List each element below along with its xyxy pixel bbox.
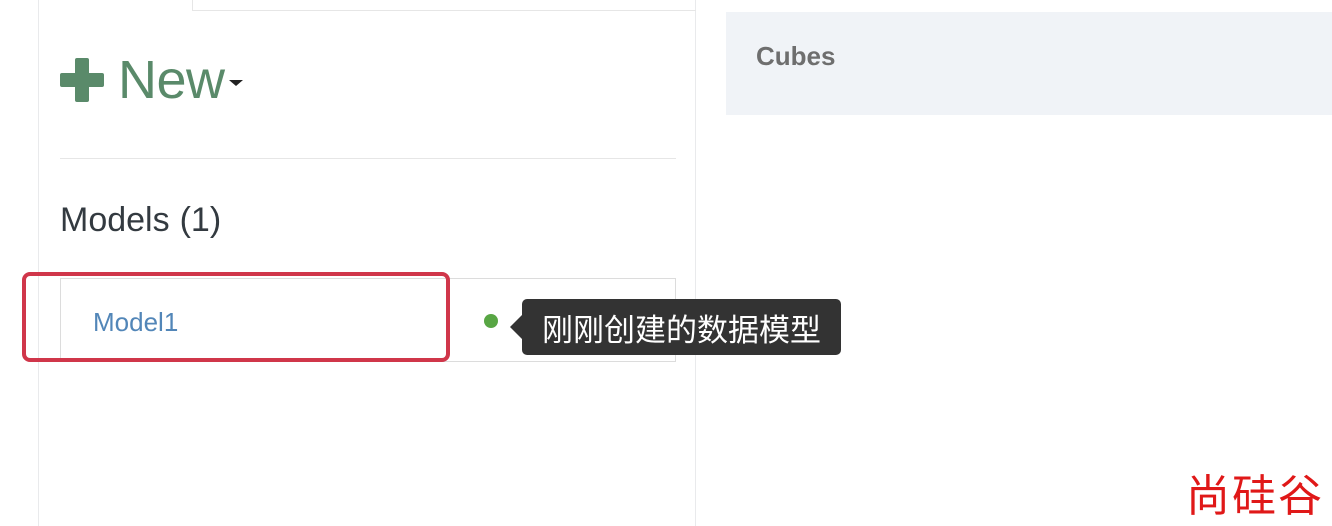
cubes-panel: Cubes — [726, 12, 1332, 115]
tooltip: 刚刚创建的数据模型 — [510, 299, 841, 355]
models-count: (1) — [179, 201, 222, 239]
divider — [60, 158, 676, 159]
models-heading-label: Models — [60, 201, 170, 239]
models-heading: Models (1) — [60, 200, 221, 240]
status-dot-icon — [484, 314, 498, 328]
annotation-highlight-box — [22, 272, 450, 362]
new-button-label: New — [118, 50, 225, 110]
new-button[interactable]: New — [60, 52, 243, 108]
caret-down-icon[interactable] — [228, 80, 243, 86]
tab-strip — [192, 0, 696, 11]
plus-icon — [60, 58, 104, 102]
cubes-title: Cubes — [756, 41, 836, 71]
tooltip-text: 刚刚创建的数据模型 — [542, 312, 821, 349]
watermark-logo: 尚硅谷 — [1186, 471, 1324, 522]
